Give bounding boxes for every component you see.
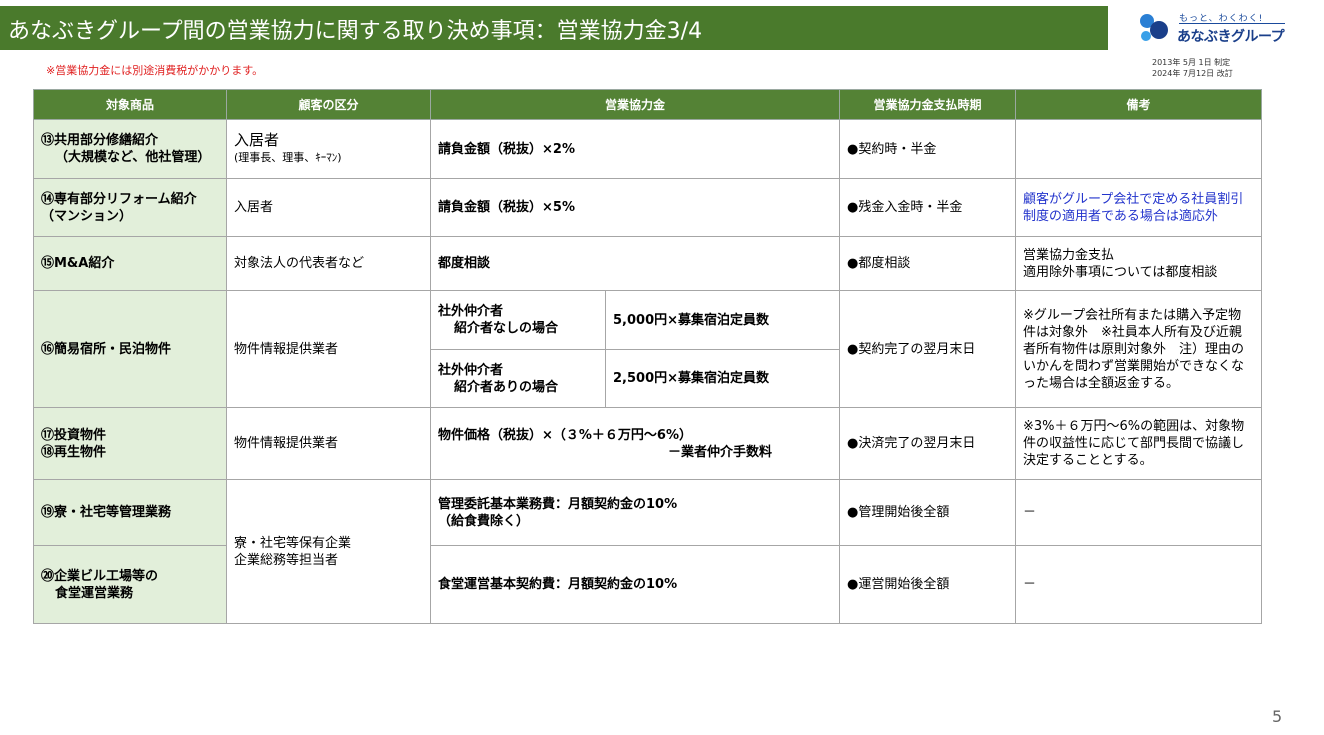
logo-divider (1179, 23, 1285, 24)
customer-label: 企業総務等担当者 (234, 552, 339, 568)
note-cell (1015, 119, 1263, 179)
title-bar: あなぶきグループ間の営業協力に関する取り決め事項：営業協力金3/4 (0, 6, 1108, 50)
fee-cell: 食堂運営基本契約費：月額契約金の10% (429, 545, 841, 624)
case-cell: 社外仲介者 紹介者ありの場合 (430, 349, 606, 408)
note-cell: 営業協力金支払 適用除外事項については都度相談 (1015, 236, 1263, 291)
note-line: 制度の適用者である場合は適応外 (1023, 208, 1218, 224)
fee-cell: 物件価格（税抜）×（３%＋６万円〜6%） －業者仲介手数料 (429, 407, 841, 480)
fee-cell: 管理委託基本業務費：月額契約金の10% （給食費除く） (429, 479, 841, 546)
table-row: ⑲寮・社宅等管理業務 寮・社宅等保有企業 企業総務等担当者 管理委託基本業務費：… (33, 479, 1263, 624)
note-cell: － (1015, 545, 1263, 624)
note-line: 適用除外事項については都度相談 (1023, 264, 1218, 280)
table-row: ⑳企業ビル工場等の 食堂運営業務 食堂運営基本契約費：月額契約金の10% ●運営… (33, 545, 1263, 624)
product-label: ⑱再生物件 (41, 444, 107, 460)
note-cell: ※3%＋６万円〜6%の範囲は、対象物件の収益性に応じて部門長間で協議し決定するこ… (1015, 407, 1263, 480)
table-row: ⑰投資物件 ⑱再生物件 物件情報提供業者 物件価格（税抜）×（３%＋６万円〜6%… (33, 407, 1263, 480)
product-cell: ⑲寮・社宅等管理業務 (33, 479, 227, 546)
product-cell: ⑭専有部分リフォーム紹介 （マンション） (33, 178, 227, 237)
case-label: 社外仲介者 (438, 304, 504, 319)
fee-cell: 請負金額（税抜）×2% (429, 119, 841, 179)
product-sublabel: （大規模など、他社管理） (55, 150, 211, 165)
case-sublabel: 紹介者ありの場合 (454, 379, 559, 395)
customer-cell: 入居者 (226, 178, 431, 237)
tax-note: ※営業協力金には別途消費税がかかります。 (46, 64, 264, 77)
note-cell: 顧客がグループ会社で定める社員割引 制度の適用者である場合は適応外 (1015, 178, 1263, 237)
fee-line: （給食費除く） (438, 513, 530, 529)
header-product: 対象商品 (33, 89, 227, 120)
note-cell: － (1015, 479, 1263, 546)
product-cell: ⑯簡易宿所・民泊物件 (33, 290, 227, 408)
page-title: あなぶきグループ間の営業協力に関する取り決め事項：営業協力金3/4 (8, 19, 703, 44)
fee-cell: 5,000円×募集宿泊定員数 (604, 290, 841, 350)
timing-cell: ●運営開始後全額 (839, 545, 1017, 624)
product-cell: ⑳企業ビル工場等の 食堂運営業務 (33, 545, 227, 624)
timing-cell: ●都度相談 (839, 236, 1017, 291)
anabuki-logo-icon (1140, 14, 1168, 41)
table-row: ⑬共用部分修繕紹介 （大規模など、他社管理） 入居者 (理事長、理事、ｷｰﾏﾝ)… (33, 119, 1263, 179)
timing-cell: ●契約時・半金 (839, 119, 1017, 179)
timing-cell: ●決済完了の翌月末日 (839, 407, 1017, 480)
timing-cell: ●契約完了の翌月末日 (839, 290, 1017, 408)
customer-cell: 入居者 (理事長、理事、ｷｰﾏﾝ) (226, 119, 431, 179)
customer-cell: 寮・社宅等保有企業 企業総務等担当者 (226, 479, 431, 624)
established-date: 2013年 5月 1日 制定 (1152, 58, 1231, 67)
revision-dates: 2013年 5月 1日 制定 2024年 7月12日 改訂 (1152, 57, 1233, 79)
table-header-row: 対象商品 顧客の区分 営業協力金 営業協力金支払時期 備考 (33, 89, 1263, 120)
product-cell: ⑮M&A紹介 (33, 236, 227, 291)
fee-cell: 2,500円×募集宿泊定員数 (604, 349, 841, 408)
header-customer: 顧客の区分 (226, 89, 431, 120)
note-line: 営業協力金支払 (1023, 247, 1115, 263)
fee-cell: 都度相談 (429, 236, 841, 291)
timing-cell: ●残金入金時・半金 (839, 178, 1017, 237)
case-cell: 社外仲介者 紹介者なしの場合 (430, 290, 606, 350)
customer-cell: 物件情報提供業者 (226, 407, 431, 480)
customer-label: 寮・社宅等保有企業 (234, 535, 352, 551)
table-row: ⑯簡易宿所・民泊物件 物件情報提供業者 社外仲介者 紹介者なしの場合 5,000… (33, 290, 1263, 408)
note-line: 顧客がグループ会社で定める社員割引 (1023, 191, 1244, 207)
product-sublabel: 食堂運営業務 (55, 585, 134, 601)
page-number: 5 (1272, 707, 1283, 726)
customer-label: 入居者 (234, 131, 280, 149)
logo-name: あなぶきグループ (1177, 29, 1285, 45)
revised-date: 2024年 7月12日 改訂 (1152, 69, 1233, 78)
product-sublabel: （マンション） (41, 208, 133, 224)
product-cell: ⑬共用部分修繕紹介 （大規模など、他社管理） (33, 119, 227, 179)
header-timing: 営業協力金支払時期 (839, 89, 1017, 120)
table-row: ⑮M&A紹介 対象法人の代表者など 都度相談 ●都度相談 営業協力金支払 適用除… (33, 236, 1263, 291)
product-label: ⑳企業ビル工場等の (41, 568, 159, 584)
fee-line: 物件価格（税抜）×（３%＋６万円〜6%） (438, 427, 692, 443)
customer-cell: 物件情報提供業者 (226, 290, 431, 408)
timing-cell: ●管理開始後全額 (839, 479, 1017, 546)
fee-cell: 請負金額（税抜）×5% (429, 178, 841, 237)
header-note: 備考 (1015, 89, 1263, 120)
company-logo: もっと、わくわく! あなぶきグループ (1137, 10, 1287, 46)
fee-line: 管理委託基本業務費：月額契約金の10% (438, 496, 678, 512)
case-label: 社外仲介者 (438, 362, 504, 378)
product-label: ⑭専有部分リフォーム紹介 (41, 191, 197, 207)
header-fee: 営業協力金 (429, 89, 841, 120)
note-cell: ※グループ会社所有または購入予定物件は対象外 ※社員本人所有及び近親者所有物件は… (1015, 290, 1263, 408)
product-label: ⑰投資物件 (41, 427, 107, 443)
cooperation-fee-table: 対象商品 顧客の区分 営業協力金 営業協力金支払時期 備考 ⑬共用部分修繕紹介 … (33, 89, 1263, 624)
case-sublabel: 紹介者なしの場合 (454, 321, 559, 336)
table-row: ⑭専有部分リフォーム紹介 （マンション） 入居者 請負金額（税抜）×5% ●残金… (33, 178, 1263, 237)
product-label: ⑬共用部分修繕紹介 (41, 133, 159, 148)
customer-sublabel: (理事長、理事、ｷｰﾏﾝ) (234, 151, 342, 164)
product-cell: ⑰投資物件 ⑱再生物件 (33, 407, 227, 480)
fee-line: －業者仲介手数料 (668, 444, 773, 460)
customer-cell: 対象法人の代表者など (226, 236, 431, 291)
